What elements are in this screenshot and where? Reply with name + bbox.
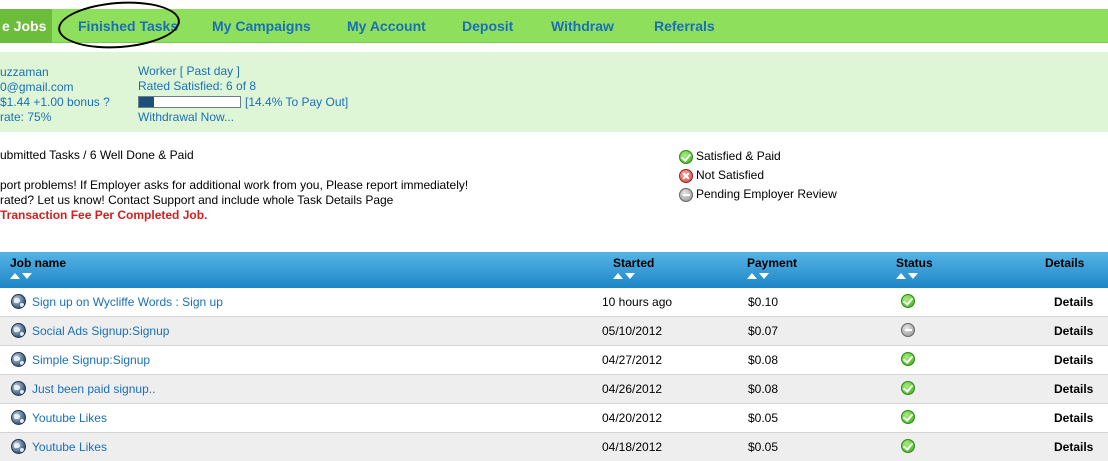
- user-info: uzzaman 0@gmail.com $1.44 +1.00 bonus ? …: [0, 65, 110, 125]
- worker-stats: Worker [ Past day ] Rated Satisfied: 6 o…: [138, 64, 348, 125]
- started-cell: 04/27/2012: [602, 353, 663, 367]
- globe-icon: [11, 323, 26, 338]
- check-circle-icon: [901, 439, 915, 453]
- started-cell: 05/10/2012: [602, 324, 663, 338]
- withdrawal-now-link[interactable]: Withdrawal Now...: [138, 110, 348, 125]
- payment-cell: $0.07: [748, 324, 779, 338]
- payment-cell: $0.05: [748, 411, 779, 425]
- header-started[interactable]: Started: [613, 256, 654, 270]
- rated-satisfied: Rated Satisfied: 6 of 8: [138, 79, 257, 93]
- header-job-name[interactable]: Job name: [10, 256, 66, 270]
- sort-asc-icon[interactable]: [613, 273, 623, 279]
- job-name-link[interactable]: Just been paid signup..: [32, 382, 155, 396]
- check-circle-icon: [901, 381, 915, 395]
- check-circle-icon: [901, 352, 915, 366]
- balance[interactable]: $1.44 +1.00 bonus ?: [0, 95, 110, 110]
- sort-desc-icon[interactable]: [759, 273, 769, 279]
- success-rate: rate: 75%: [0, 110, 52, 124]
- started-cell: 04/18/2012: [602, 440, 663, 454]
- payout-progress-label: [14.4% To Pay Out]: [245, 94, 349, 109]
- job-name-link[interactable]: Social Ads Signup:Signup: [32, 324, 169, 338]
- task-summary: ubmitted Tasks / 6 Well Done & Paid: [0, 148, 194, 162]
- table-row: Simple Signup:Signup 04/27/2012 $0.08 De…: [0, 346, 1108, 375]
- sort-desc-icon[interactable]: [625, 273, 635, 279]
- fee-notice: Transaction Fee Per Completed Job.: [0, 208, 208, 222]
- sort-started[interactable]: [613, 273, 635, 279]
- table-row: Youtube Likes 04/18/2012 $0.05 Details: [0, 433, 1108, 461]
- table-row: Sign up on Wycliffe Words : Sign up 10 h…: [0, 288, 1108, 317]
- nav-item-referrals[interactable]: Referrals: [654, 9, 715, 43]
- payment-cell: $0.05: [748, 440, 779, 454]
- nav-item-withdraw[interactable]: Withdraw: [551, 9, 614, 43]
- legend-satisfied-label: Satisfied & Paid: [696, 149, 781, 163]
- table-header: Job name Started Payment Status Details: [0, 252, 1108, 288]
- legend-not-satisfied-label: Not Satisfied: [696, 168, 765, 182]
- details-link[interactable]: Details: [1054, 324, 1093, 338]
- sort-payment[interactable]: [747, 273, 769, 279]
- worker-period-link[interactable]: Worker [ Past day ]: [138, 64, 348, 79]
- details-link[interactable]: Details: [1054, 353, 1093, 367]
- table-row: Social Ads Signup:Signup 05/10/2012 $0.0…: [0, 317, 1108, 346]
- notice-messages: ubmitted Tasks / 6 Well Done & Paid port…: [0, 148, 468, 223]
- sort-asc-icon[interactable]: [10, 273, 20, 279]
- payout-progress-row: [14.4% To Pay Out]: [138, 94, 348, 110]
- job-name-link[interactable]: Youtube Likes: [32, 440, 107, 454]
- check-circle-icon: [679, 149, 693, 164]
- details-link[interactable]: Details: [1054, 295, 1093, 309]
- payout-progress-bar: [138, 96, 241, 108]
- report-notice: port problems! If Employer asks for addi…: [0, 178, 469, 192]
- table-row: Youtube Likes 04/20/2012 $0.05 Details: [0, 404, 1108, 433]
- status-legend: Satisfied & Paid Not Satisfied Pending E…: [679, 147, 837, 204]
- minus-circle-icon: [901, 323, 915, 337]
- legend-pending: Pending Employer Review: [679, 185, 837, 204]
- user-email: 0@gmail.com: [0, 80, 74, 94]
- globe-icon: [11, 381, 26, 396]
- started-cell: 04/26/2012: [602, 382, 663, 396]
- payment-cell: $0.08: [748, 353, 779, 367]
- details-link[interactable]: Details: [1054, 382, 1093, 396]
- check-circle-icon: [901, 410, 915, 424]
- started-cell: 10 hours ago: [602, 295, 673, 309]
- job-name-link[interactable]: Youtube Likes: [32, 411, 107, 425]
- payout-progress-fill: [139, 97, 154, 107]
- table-row: Just been paid signup.. 04/26/2012 $0.08…: [0, 375, 1108, 404]
- rated-notice: rated? Let us know! Contact Support and …: [0, 193, 394, 207]
- nav-item-active[interactable]: e Jobs: [0, 9, 52, 43]
- job-name-link[interactable]: Simple Signup:Signup: [32, 353, 150, 367]
- top-nav: e Jobs Finished Tasks My Campaigns My Ac…: [0, 0, 1108, 53]
- hand-drawn-circle-annotation: [56, 0, 182, 53]
- nav-item-my-campaigns[interactable]: My Campaigns: [212, 9, 311, 43]
- legend-satisfied: Satisfied & Paid: [679, 147, 837, 166]
- started-cell: 04/20/2012: [602, 411, 663, 425]
- minus-circle-icon: [679, 187, 693, 202]
- sort-status[interactable]: [896, 273, 918, 279]
- nav-item-deposit[interactable]: Deposit: [462, 9, 513, 43]
- account-info-panel: uzzaman 0@gmail.com $1.44 +1.00 bonus ? …: [0, 52, 1108, 132]
- sort-asc-icon[interactable]: [747, 273, 757, 279]
- header-payment[interactable]: Payment: [747, 256, 797, 270]
- details-link[interactable]: Details: [1054, 411, 1093, 425]
- header-details: Details: [1045, 256, 1085, 270]
- sort-desc-icon[interactable]: [22, 273, 32, 279]
- legend-pending-label: Pending Employer Review: [696, 187, 837, 201]
- username: uzzaman: [0, 65, 49, 79]
- x-circle-icon: [679, 168, 693, 183]
- globe-icon: [11, 410, 26, 425]
- nav-item-my-account[interactable]: My Account: [347, 9, 426, 43]
- payment-cell: $0.08: [748, 382, 779, 396]
- header-status[interactable]: Status: [896, 256, 933, 270]
- sort-asc-icon[interactable]: [896, 273, 906, 279]
- sort-job-name[interactable]: [10, 273, 32, 279]
- payment-cell: $0.10: [748, 295, 779, 309]
- job-name-link[interactable]: Sign up on Wycliffe Words : Sign up: [32, 295, 223, 309]
- globe-icon: [11, 294, 26, 309]
- check-circle-icon: [901, 294, 915, 308]
- details-link[interactable]: Details: [1054, 440, 1093, 454]
- sort-desc-icon[interactable]: [908, 273, 918, 279]
- globe-icon: [11, 352, 26, 367]
- globe-icon: [11, 439, 26, 454]
- legend-not-satisfied: Not Satisfied: [679, 166, 837, 185]
